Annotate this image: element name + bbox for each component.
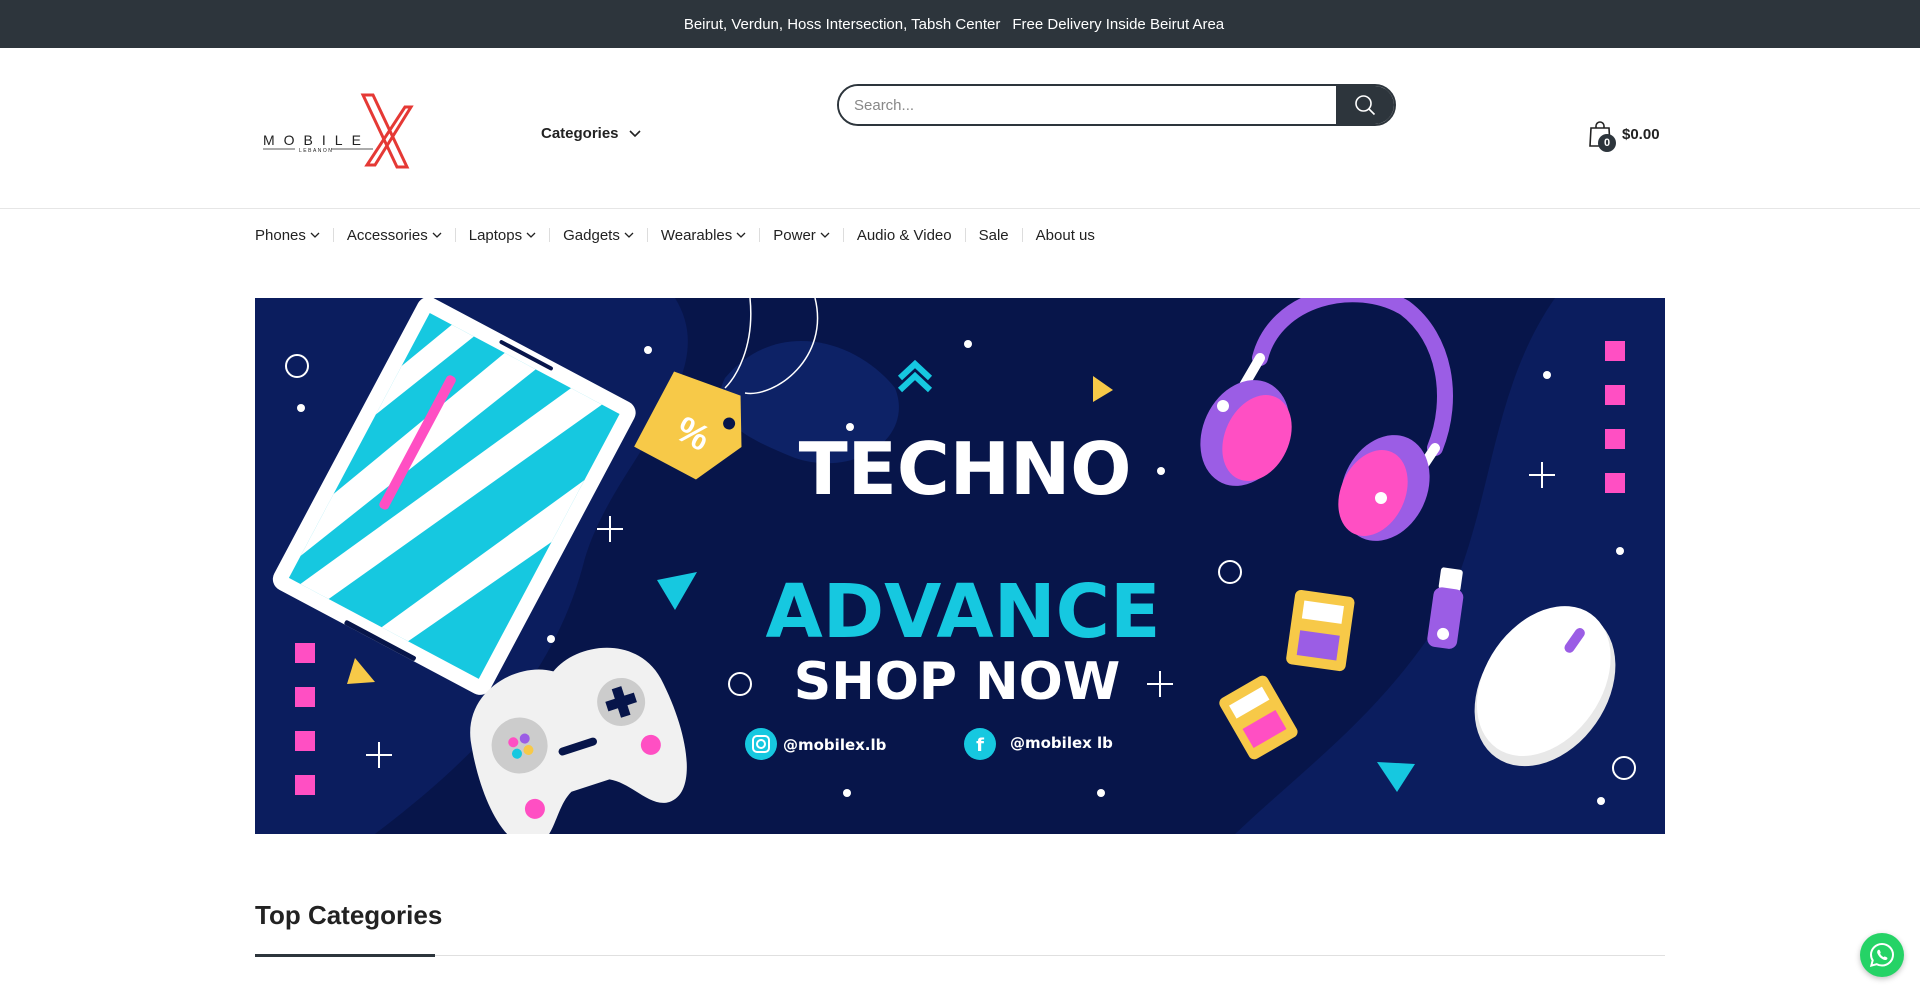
- nav-divider: [549, 228, 551, 242]
- cart-button[interactable]: 0 $0.00: [1588, 120, 1660, 152]
- nav-item-label: Gadgets: [563, 226, 620, 244]
- nav-item-sale[interactable]: Sale: [979, 227, 1009, 244]
- instagram-handle: @mobilex.lb: [745, 728, 887, 760]
- main-nav: Phones Accessories Laptops Gadgets Weara…: [255, 225, 1095, 245]
- svg-text:MOBILE: MOBILE: [263, 132, 370, 148]
- facebook-handle-text: @mobilex lb: [1010, 734, 1113, 752]
- nav-item-power[interactable]: Power: [773, 227, 830, 244]
- categories-dropdown[interactable]: Categories: [541, 125, 641, 142]
- nav-item-phones[interactable]: Phones: [255, 227, 320, 244]
- hero-headline-techno: TECHNO: [799, 427, 1132, 511]
- top-categories-title: Top Categories: [255, 900, 443, 930]
- nav-item-label: Phones: [255, 226, 306, 244]
- chevron-down-icon: [820, 232, 830, 238]
- whatsapp-button[interactable]: [1860, 933, 1904, 977]
- section-divider: [255, 955, 1665, 956]
- chevron-down-icon: [310, 232, 320, 238]
- search-icon: [1355, 95, 1376, 116]
- site-header: MOBILE LEBANON Categories 0 $0.00: [0, 48, 1920, 209]
- chevron-down-icon: [628, 129, 641, 137]
- memory-card-illustration: [1219, 589, 1355, 760]
- svg-text:LEBANON: LEBANON: [299, 148, 333, 154]
- hero-headline-advance: ADVANCE: [765, 569, 1160, 655]
- hero-banner[interactable]: % TECHNO ADVANCE SHOP NOW @mobilex.lb f …: [255, 298, 1665, 834]
- facebook-icon: f: [976, 735, 984, 756]
- nav-divider: [454, 228, 456, 242]
- nav-divider: [1021, 228, 1023, 242]
- whatsapp-icon: [1869, 942, 1895, 967]
- nav-item-accessories[interactable]: Accessories: [347, 227, 442, 244]
- delivery-notice: Free Delivery Inside Beirut Area: [1012, 15, 1225, 33]
- section-title-underline: [255, 954, 435, 957]
- nav-item-label: About us: [1035, 226, 1095, 244]
- chevron-down-icon: [624, 232, 634, 238]
- announcement-bar: Beirut, Verdun, Hoss Intersection, Tabsh…: [0, 0, 1920, 48]
- nav-item-label: Audio & Video: [856, 226, 952, 244]
- nav-divider: [842, 228, 844, 242]
- hero-headline-shop-now: SHOP NOW: [794, 652, 1120, 712]
- chevron-down-icon: [432, 232, 442, 238]
- nav-item-audio-video[interactable]: Audio & Video: [857, 227, 952, 244]
- nav-item-label: Wearables: [660, 226, 733, 244]
- nav-item-label: Accessories: [346, 226, 428, 244]
- nav-item-label: Sale: [978, 226, 1009, 244]
- nav-divider: [646, 228, 648, 242]
- nav-item-laptops[interactable]: Laptops: [469, 227, 536, 244]
- site-logo[interactable]: MOBILE LEBANON: [255, 85, 455, 185]
- cart-count-badge: 0: [1598, 134, 1616, 152]
- cart-total: $0.00: [1622, 125, 1660, 143]
- nav-item-wearables[interactable]: Wearables: [661, 227, 746, 244]
- nav-item-about-us[interactable]: About us: [1036, 227, 1095, 244]
- store-address: Beirut, Verdun, Hoss Intersection, Tabsh…: [683, 15, 1001, 33]
- nav-divider: [332, 228, 334, 242]
- headphones-illustration: [1200, 298, 1453, 541]
- nav-item-gadgets[interactable]: Gadgets: [563, 227, 634, 244]
- cart-bag: 0: [1588, 120, 1616, 152]
- hero-artwork: % TECHNO ADVANCE SHOP NOW @mobilex.lb f …: [255, 298, 1665, 834]
- search-input[interactable]: [839, 86, 1336, 124]
- mobilex-logo-icon: MOBILE LEBANON: [263, 93, 414, 169]
- nav-item-label: Power: [773, 226, 816, 244]
- nav-divider: [964, 228, 966, 242]
- chevron-down-icon: [736, 232, 746, 238]
- nav-divider: [759, 228, 761, 242]
- search-button[interactable]: [1336, 86, 1394, 124]
- facebook-handle: f @mobilex lb: [964, 728, 1113, 760]
- categories-label: Categories: [541, 125, 619, 142]
- chevron-down-icon: [526, 232, 536, 238]
- search-bar: [837, 84, 1396, 126]
- instagram-handle-text: @mobilex.lb: [783, 736, 887, 754]
- nav-item-label: Laptops: [468, 226, 523, 244]
